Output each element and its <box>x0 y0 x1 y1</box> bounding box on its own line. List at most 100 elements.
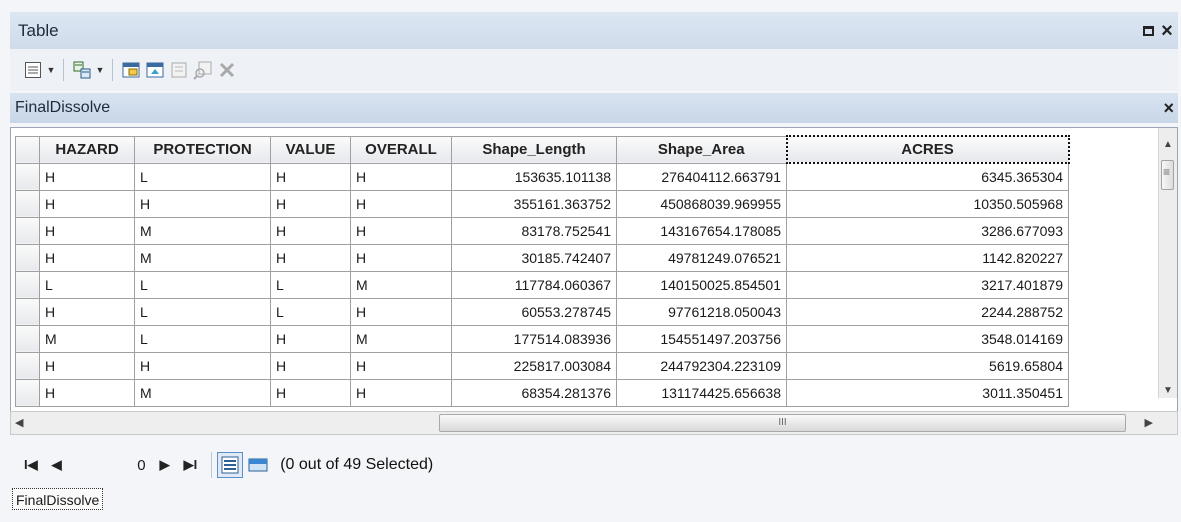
table-cell[interactable]: 97761218.050043 <box>616 297 787 326</box>
table-cell[interactable]: H <box>270 162 351 191</box>
column-header-hazard[interactable]: HAZARD <box>39 135 135 164</box>
chevron-down-icon[interactable]: ▼ <box>95 59 105 81</box>
show-selected-records-icon[interactable] <box>246 453 270 477</box>
table-cell[interactable]: H <box>270 189 351 218</box>
table-row[interactable]: H L L H 60553.278745 97761218.050043 2244.2887… <box>15 297 1069 326</box>
table-cell[interactable]: 154551497.203756 <box>616 324 787 353</box>
column-header-shape-length[interactable]: Shape_Length <box>451 135 617 164</box>
table-cell[interactable]: M <box>134 378 271 407</box>
table-cell[interactable]: L <box>134 324 271 353</box>
table-cell[interactable]: 225817.003084 <box>451 351 617 380</box>
previous-record-icon[interactable]: ◀ <box>52 457 62 473</box>
layer-tab-bar[interactable]: FinalDissolve × <box>10 93 1178 123</box>
table-cell[interactable]: 1142.820227 <box>786 243 1069 272</box>
show-all-records-icon[interactable] <box>217 452 244 478</box>
vertical-scrollbar[interactable]: ▲ ▼ <box>1158 128 1177 398</box>
row-selector[interactable] <box>15 243 40 272</box>
table-cell[interactable]: 450868039.969955 <box>616 189 787 218</box>
table-cell[interactable]: 153635.101138 <box>451 162 617 191</box>
table-row[interactable]: H M H H 83178.752541 143167654.178085 3286.677… <box>15 216 1069 245</box>
table-cell[interactable]: L <box>270 270 351 299</box>
column-header-shape-area[interactable]: Shape_Area <box>616 135 787 164</box>
table-cell[interactable]: 131174425.656638 <box>616 378 787 407</box>
table-row[interactable]: H H H H 355161.363752 450868039.969955 10350.5… <box>15 189 1069 218</box>
table-cell[interactable]: H <box>39 189 135 218</box>
switch-selection-icon[interactable] <box>144 59 166 81</box>
column-header-overall[interactable]: OVERALL <box>350 135 452 164</box>
horizontal-scroll-thumb[interactable]: III <box>439 414 1126 432</box>
table-cell[interactable]: 276404112.663791 <box>616 162 787 191</box>
table-row[interactable]: H M H H 30185.742407 49781249.076521 1142.8202… <box>15 243 1069 272</box>
horizontal-scrollbar[interactable]: ◀ III ▶ <box>10 411 1178 435</box>
table-row[interactable]: H H H H 225817.003084 244792304.223109 5619.65… <box>15 351 1069 380</box>
table-cell[interactable]: 83178.752541 <box>451 216 617 245</box>
last-record-icon[interactable]: ▶I <box>184 457 198 473</box>
column-header-value[interactable]: VALUE <box>270 135 351 164</box>
table-cell[interactable]: H <box>350 378 452 407</box>
row-selector[interactable] <box>15 378 40 407</box>
table-cell[interactable]: H <box>39 162 135 191</box>
table-cell[interactable]: M <box>134 243 271 272</box>
table-row[interactable]: M L H M 177514.083936 154551497.203756 3548.01… <box>15 324 1069 353</box>
table-cell[interactable]: M <box>134 216 271 245</box>
table-cell[interactable]: H <box>134 189 271 218</box>
related-tables-icon[interactable] <box>71 59 93 81</box>
table-cell[interactable]: L <box>134 270 271 299</box>
table-options-icon[interactable] <box>22 59 44 81</box>
table-cell[interactable]: 355161.363752 <box>451 189 617 218</box>
table-cell[interactable]: M <box>350 270 452 299</box>
table-cell[interactable]: 177514.083936 <box>451 324 617 353</box>
table-cell[interactable]: 10350.505968 <box>786 189 1069 218</box>
scroll-right-icon[interactable]: ▶ <box>1145 416 1153 429</box>
table-cell[interactable]: H <box>350 216 452 245</box>
table-row[interactable]: L L L M 117784.060367 140150025.854501 3217.40… <box>15 270 1069 299</box>
table-cell[interactable]: 5619.65804 <box>786 351 1069 380</box>
table-cell[interactable]: H <box>39 216 135 245</box>
next-record-icon[interactable]: ▶ <box>160 457 170 473</box>
row-selector[interactable] <box>15 351 40 380</box>
table-cell[interactable]: 244792304.223109 <box>616 351 787 380</box>
table-cell[interactable]: H <box>350 351 452 380</box>
scroll-left-icon[interactable]: ◀ <box>15 416 23 429</box>
column-header-protection[interactable]: PROTECTION <box>134 135 271 164</box>
table-cell[interactable]: 117784.060367 <box>451 270 617 299</box>
restore-icon[interactable] <box>1143 25 1154 36</box>
select-all-corner[interactable] <box>15 135 40 164</box>
table-cell[interactable]: H <box>39 243 135 272</box>
scroll-down-icon[interactable]: ▼ <box>1163 385 1173 396</box>
table-cell[interactable]: L <box>134 297 271 326</box>
table-row[interactable]: H L H H 153635.101138 276404112.663791 6345.36… <box>15 162 1069 191</box>
table-cell[interactable]: H <box>270 351 351 380</box>
first-record-icon[interactable]: I◀ <box>24 457 38 473</box>
table-cell[interactable]: H <box>350 189 452 218</box>
row-selector[interactable] <box>15 270 40 299</box>
close-icon[interactable]: × <box>1158 21 1176 41</box>
select-by-attributes-icon[interactable] <box>120 59 142 81</box>
table-cell[interactable]: H <box>270 216 351 245</box>
table-cell[interactable]: H <box>270 243 351 272</box>
row-selector[interactable] <box>15 297 40 326</box>
table-cell[interactable]: 2244.288752 <box>786 297 1069 326</box>
table-cell[interactable]: 30185.742407 <box>451 243 617 272</box>
table-cell[interactable]: 68354.281376 <box>451 378 617 407</box>
table-cell[interactable]: H <box>39 378 135 407</box>
table-cell[interactable]: L <box>134 162 271 191</box>
table-cell[interactable]: H <box>270 378 351 407</box>
table-cell[interactable]: 143167654.178085 <box>616 216 787 245</box>
table-cell[interactable]: H <box>350 243 452 272</box>
table-cell[interactable]: 49781249.076521 <box>616 243 787 272</box>
table-cell[interactable]: H <box>270 324 351 353</box>
table-row[interactable]: H M H H 68354.281376 131174425.656638 3011.350… <box>15 378 1069 407</box>
row-selector[interactable] <box>15 324 40 353</box>
table-cell[interactable]: 140150025.854501 <box>616 270 787 299</box>
table-cell[interactable]: 6345.365304 <box>786 162 1069 191</box>
table-cell[interactable]: 3011.350451 <box>786 378 1069 407</box>
scroll-up-icon[interactable]: ▲ <box>1163 139 1173 150</box>
table-cell[interactable]: 60553.278745 <box>451 297 617 326</box>
table-cell[interactable]: H <box>134 351 271 380</box>
bottom-tab-finaldissolve[interactable]: FinalDissolve <box>12 488 104 510</box>
row-selector[interactable] <box>15 189 40 218</box>
table-cell[interactable]: 3548.014169 <box>786 324 1069 353</box>
table-cell[interactable]: H <box>39 351 135 380</box>
table-cell[interactable]: H <box>350 162 452 191</box>
